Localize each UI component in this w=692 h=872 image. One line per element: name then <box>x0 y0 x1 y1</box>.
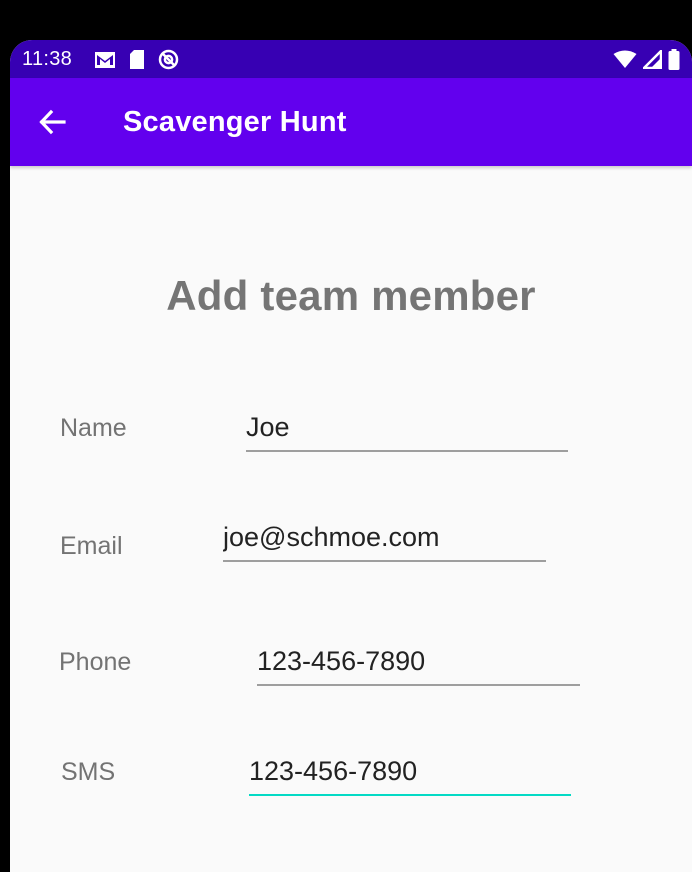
back-button[interactable] <box>32 104 72 144</box>
notification-icons <box>94 49 179 75</box>
add-member-form: Add team member Name Email Phone SMS <box>10 166 692 872</box>
system-icons <box>613 49 680 75</box>
app-title: Scavenger Hunt <box>123 106 347 138</box>
sms-input[interactable] <box>249 754 571 796</box>
phone-input[interactable] <box>257 644 580 686</box>
page-title: Add team member <box>166 272 536 319</box>
battery-icon <box>668 49 680 75</box>
phone-screen: 11:38 Scavenger Hunt Add team member Nam… <box>10 40 692 872</box>
status-time: 11:38 <box>22 48 73 70</box>
do-not-disturb-icon <box>158 49 179 75</box>
sd-card-icon <box>129 50 145 74</box>
gmail-icon <box>94 51 116 74</box>
status-bar: 11:38 <box>10 40 692 78</box>
app-bar: Scavenger Hunt <box>10 78 692 166</box>
name-label: Name <box>60 414 127 442</box>
arrow-back-icon <box>38 108 66 141</box>
sms-label: SMS <box>61 758 116 786</box>
email-input[interactable] <box>223 520 546 562</box>
cell-signal-icon <box>642 49 663 74</box>
name-input[interactable] <box>246 410 568 452</box>
phone-label: Phone <box>59 648 132 676</box>
email-label: Email <box>60 532 123 560</box>
wifi-icon <box>613 50 637 74</box>
